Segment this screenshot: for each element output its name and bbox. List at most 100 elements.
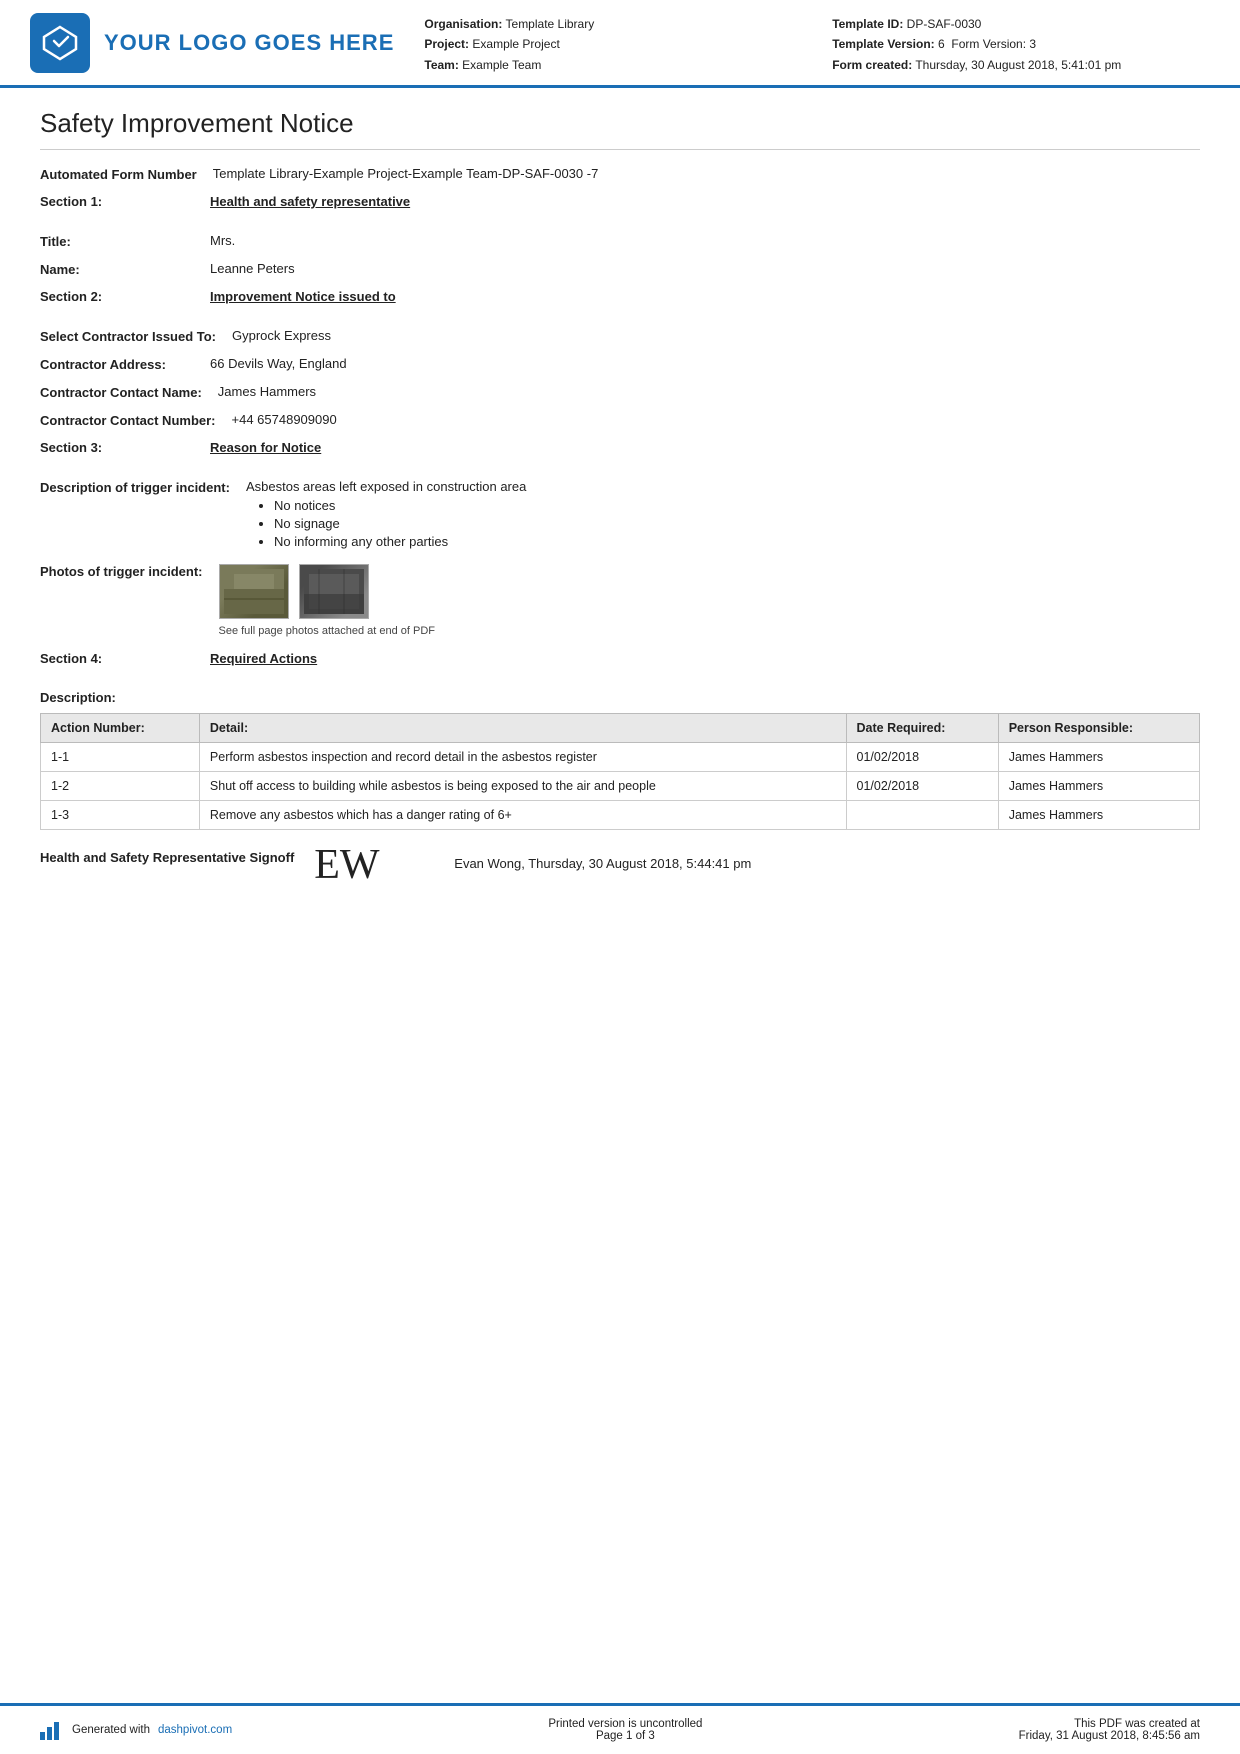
signoff-signature: EW [314, 844, 434, 886]
section1-header: Section 1: Health and safety representat… [40, 194, 1200, 209]
page: YOUR LOGO GOES HERE Organisation: Templa… [0, 0, 1240, 1754]
template-id-label: Template ID: [832, 17, 903, 31]
photo-thumb-2 [299, 564, 369, 619]
dashpivot-link[interactable]: dashpivot.com [158, 1724, 232, 1736]
section1-heading: Health and safety representative [210, 194, 1200, 209]
spacer3 [40, 469, 1200, 479]
name-row: Name: Leanne Peters [40, 261, 1200, 277]
form-number-row: Automated Form Number Template Library-E… [40, 166, 1200, 182]
detail-3: Remove any asbestos which has a danger r… [199, 801, 846, 830]
header: YOUR LOGO GOES HERE Organisation: Templa… [0, 0, 1240, 88]
table-row: 1-1 Perform asbestos inspection and reco… [41, 743, 1200, 772]
content: Safety Improvement Notice Automated Form… [0, 88, 1240, 1703]
header-meta-left: Organisation: Template Library Project: … [424, 14, 792, 75]
section4-heading: Required Actions [210, 651, 1200, 666]
project-label: Project: [424, 37, 469, 51]
form-version-value: 3 [1029, 37, 1036, 51]
bar-3 [54, 1722, 59, 1740]
team-value: Example Team [462, 58, 541, 72]
team-label: Team: [424, 58, 458, 72]
description-value: Asbestos areas left exposed in construct… [246, 479, 526, 494]
bullet-3: No informing any other parties [274, 534, 1200, 549]
name-label: Name: [40, 261, 210, 277]
pdf-created-label: This PDF was created at [1019, 1718, 1200, 1730]
section3-header: Section 3: Reason for Notice [40, 440, 1200, 455]
section2-label: Section 2: [40, 289, 210, 304]
contact-name-label: Contractor Contact Name: [40, 384, 218, 400]
footer-left: Generated with dashpivot.com [40, 1720, 232, 1740]
person-1: James Hammers [998, 743, 1199, 772]
footer-center: Printed version is uncontrolled Page 1 o… [548, 1718, 702, 1742]
signoff-row: Health and Safety Representative Signoff… [40, 850, 1200, 886]
contact-name-value: James Hammers [218, 384, 1200, 399]
section3-label: Section 3: [40, 440, 210, 455]
person-2: James Hammers [998, 772, 1199, 801]
dashpivot-icon [40, 1720, 64, 1740]
logo-icon [30, 13, 90, 73]
footer-right: This PDF was created at Friday, 31 Augus… [1019, 1718, 1200, 1742]
version-line: Template Version: 6 Form Version: 3 [832, 34, 1200, 54]
project-line: Project: Example Project [424, 34, 792, 54]
table-header-row: Action Number: Detail: Date Required: Pe… [41, 714, 1200, 743]
photo-1-svg [224, 569, 284, 614]
action-num-2: 1-2 [41, 772, 200, 801]
signoff-label: Health and Safety Representative Signoff [40, 850, 294, 865]
template-version-label: Template Version: [832, 37, 934, 51]
bar-2 [47, 1727, 52, 1740]
photo-2-svg [304, 569, 364, 614]
contact-name-row: Contractor Contact Name: James Hammers [40, 384, 1200, 400]
uncontrolled-text: Printed version is uncontrolled [548, 1718, 702, 1730]
bottom-spacer [40, 886, 1200, 1086]
bullet-1: No notices [274, 498, 1200, 513]
detail-1: Perform asbestos inspection and record d… [199, 743, 846, 772]
col-detail: Detail: [199, 714, 846, 743]
section3-heading: Reason for Notice [210, 440, 1200, 455]
header-meta: Organisation: Template Library Project: … [424, 10, 1200, 75]
title-label: Title: [40, 233, 210, 249]
action-num-1: 1-1 [41, 743, 200, 772]
description-row: Description of trigger incident: Asbesto… [40, 479, 1200, 552]
table-desc-label: Description: [40, 690, 1200, 705]
logo-area: YOUR LOGO GOES HERE [30, 10, 394, 75]
logo-svg [40, 23, 80, 63]
signoff-meta: Evan Wong, Thursday, 30 August 2018, 5:4… [454, 850, 751, 871]
actions-table: Action Number: Detail: Date Required: Pe… [40, 713, 1200, 830]
generated-text: Generated with [72, 1724, 150, 1736]
date-1: 01/02/2018 [846, 743, 998, 772]
title-value: Mrs. [210, 233, 1200, 248]
title-row: Title: Mrs. [40, 233, 1200, 249]
template-id-value: DP-SAF-0030 [907, 17, 982, 31]
form-version-label: Form Version: [951, 37, 1026, 51]
page-info: Page 1 of 3 [548, 1730, 702, 1742]
header-meta-right: Template ID: DP-SAF-0030 Template Versio… [832, 14, 1200, 75]
contact-number-value: +44 65748909090 [232, 412, 1200, 427]
col-person: Person Responsible: [998, 714, 1199, 743]
address-label: Contractor Address: [40, 356, 210, 372]
table-section: Description: Action Number: Detail: Date… [40, 690, 1200, 830]
photo-caption: See full page photos attached at end of … [219, 625, 1201, 637]
date-3 [846, 801, 998, 830]
description-label: Description of trigger incident: [40, 479, 246, 495]
description-content: Asbestos areas left exposed in construct… [246, 479, 1200, 552]
col-date: Date Required: [846, 714, 998, 743]
pdf-created-date: Friday, 31 August 2018, 8:45:56 am [1019, 1730, 1200, 1742]
table-body: 1-1 Perform asbestos inspection and reco… [41, 743, 1200, 830]
section4-label: Section 4: [40, 651, 210, 666]
form-created-label: Form created: [832, 58, 912, 72]
photos-row: Photos of trigger incident: [40, 564, 1200, 637]
org-line: Organisation: Template Library [424, 14, 792, 34]
contractor-value: Gyprock Express [232, 328, 1200, 343]
table-head: Action Number: Detail: Date Required: Pe… [41, 714, 1200, 743]
template-id-line: Template ID: DP-SAF-0030 [832, 14, 1200, 34]
photos-content: See full page photos attached at end of … [219, 564, 1201, 637]
address-value: 66 Devils Way, England [210, 356, 1200, 371]
name-value: Leanne Peters [210, 261, 1200, 276]
date-2: 01/02/2018 [846, 772, 998, 801]
section1-label: Section 1: [40, 194, 210, 209]
contact-number-row: Contractor Contact Number: +44 657489090… [40, 412, 1200, 428]
action-num-3: 1-3 [41, 801, 200, 830]
detail-2: Shut off access to building while asbest… [199, 772, 846, 801]
person-3: James Hammers [998, 801, 1199, 830]
table-row: 1-2 Shut off access to building while as… [41, 772, 1200, 801]
team-line: Team: Example Team [424, 55, 792, 75]
